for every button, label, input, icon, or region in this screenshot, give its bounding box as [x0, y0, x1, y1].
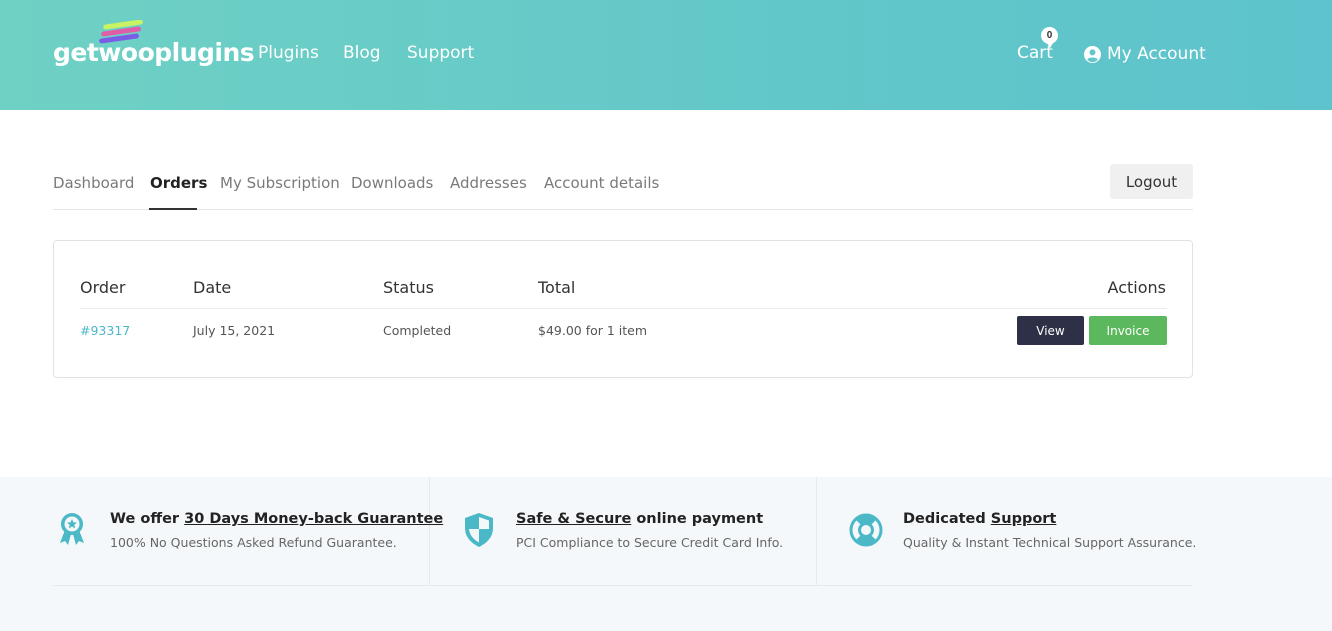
cart-count-badge: 0 — [1041, 27, 1058, 48]
tab-addresses[interactable]: Addresses — [450, 174, 527, 192]
user-circle-icon — [1084, 45, 1101, 63]
column-header-status: Status — [383, 278, 434, 297]
support-link[interactable]: Support — [991, 511, 1057, 527]
nav-support[interactable]: Support — [407, 43, 474, 63]
my-account-link[interactable]: My Account — [1084, 44, 1206, 64]
feature-safe-secure: Safe & Secure online payment PCI Complia… — [430, 477, 816, 585]
tab-my-subscription[interactable]: My Subscription — [220, 174, 340, 192]
logo-text: getwooplugins — [53, 38, 255, 67]
feature-title: We offer 30 Days Money-back Guarantee — [110, 511, 443, 527]
order-date: July 15, 2021 — [193, 323, 276, 338]
order-number-link[interactable]: #93317 — [80, 323, 130, 338]
feature-title-suffix: online payment — [631, 511, 764, 527]
feature-title: Dedicated Support — [903, 511, 1056, 527]
logout-button[interactable]: Logout — [1110, 164, 1193, 199]
tab-account-details[interactable]: Account details — [544, 174, 659, 192]
site-header: getwooplugins Plugins Blog Support Cart … — [0, 0, 1332, 110]
feature-subtitle: PCI Compliance to Secure Credit Card Inf… — [516, 535, 784, 550]
nav-blog[interactable]: Blog — [343, 43, 381, 63]
safe-secure-link[interactable]: Safe & Secure — [516, 511, 631, 527]
column-header-order: Order — [80, 278, 126, 297]
lifebuoy-icon — [849, 513, 883, 547]
tab-dashboard[interactable]: Dashboard — [53, 174, 134, 192]
site-logo[interactable]: getwooplugins — [53, 20, 255, 70]
tab-downloads[interactable]: Downloads — [351, 174, 433, 192]
table-divider — [80, 308, 1167, 309]
feature-support: Dedicated Support Quality & Instant Tech… — [817, 477, 1197, 585]
column-header-actions: Actions — [1107, 278, 1166, 297]
active-tab-indicator — [149, 208, 197, 210]
view-order-button[interactable]: View — [1017, 316, 1084, 345]
feature-subtitle: 100% No Questions Asked Refund Guarantee… — [110, 535, 397, 550]
features-bottom-border — [53, 585, 1193, 586]
order-status: Completed — [383, 323, 452, 338]
invoice-button[interactable]: Invoice — [1089, 316, 1167, 345]
feature-title-prefix: We offer — [110, 511, 185, 527]
my-account-label: My Account — [1107, 44, 1206, 64]
features-strip: We offer 30 Days Money-back Guarantee 10… — [0, 477, 1332, 631]
shield-icon — [465, 513, 493, 547]
feature-title-prefix: Dedicated — [903, 511, 991, 527]
feature-subtitle: Quality & Instant Technical Support Assu… — [903, 535, 1197, 550]
award-ribbon-icon — [60, 513, 84, 545]
feature-money-back: We offer 30 Days Money-back Guarantee 10… — [53, 477, 443, 585]
nav-plugins[interactable]: Plugins — [258, 43, 319, 63]
feature-title: Safe & Secure online payment — [516, 511, 763, 527]
orders-table: Order Date Status Total Actions #93317 J… — [53, 240, 1193, 378]
money-back-guarantee-link[interactable]: 30 Days Money-back Guarantee — [184, 511, 443, 527]
tab-orders[interactable]: Orders — [150, 174, 207, 192]
order-total: $49.00 for 1 item — [538, 323, 648, 338]
column-header-date: Date — [193, 278, 232, 297]
column-header-total: Total — [538, 278, 576, 297]
account-tabs: Dashboard Orders My Subscription Downloa… — [53, 164, 1193, 210]
